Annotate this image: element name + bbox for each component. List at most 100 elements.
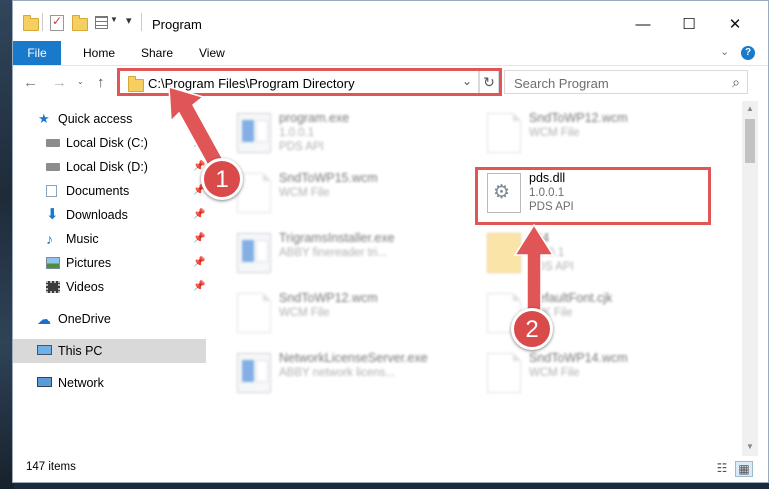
scroll-up-icon[interactable]: ▲ — [742, 104, 758, 113]
file-list: program.exe 1.0.0.1 PDS API SndToWP12.wc… — [207, 101, 742, 456]
view-list-icon[interactable] — [95, 16, 108, 29]
documents-icon — [46, 185, 57, 197]
toolbar-divider — [42, 13, 43, 31]
expand-ribbon-icon[interactable]: ⌄ — [720, 45, 729, 58]
sidebar-item-label: Local Disk (D:) — [66, 160, 148, 174]
close-button[interactable]: ✕ — [712, 11, 758, 39]
exe-icon — [237, 233, 271, 273]
file-type: WCM File — [529, 127, 580, 139]
drive-icon — [46, 163, 60, 171]
document-icon — [487, 113, 521, 153]
sidebar-item-music[interactable]: ♪ Music 📌 — [13, 227, 206, 251]
sidebar-item-label: Music — [66, 232, 99, 246]
file-item[interactable]: SndToWP12.wcm WCM File — [479, 109, 719, 161]
customize-toolbar-icon[interactable]: ▾ — [126, 14, 132, 27]
item-count: 147 items — [26, 461, 76, 473]
step-badge-1: 1 — [201, 158, 243, 200]
large-icons-view-icon[interactable]: ▦ — [735, 461, 753, 477]
exe-icon — [237, 353, 271, 393]
file-description: ABBY network licens... — [279, 367, 396, 379]
sidebar-item-label: Downloads — [66, 208, 128, 222]
file-item[interactable]: program.exe 1.0.0.1 PDS API — [229, 109, 469, 161]
new-folder-icon[interactable] — [72, 15, 88, 31]
pin-icon: 📌 — [193, 281, 206, 292]
sidebar-item-label: OneDrive — [58, 312, 111, 326]
sidebar-item-videos[interactable]: Videos 📌 — [13, 275, 206, 299]
help-icon[interactable]: ? — [741, 46, 755, 60]
file-name: SndToWP12.wcm — [529, 111, 628, 125]
file-type: WCM File — [279, 307, 330, 319]
forward-arrow-icon[interactable]: → — [52, 74, 67, 91]
scroll-down-icon[interactable]: ▼ — [742, 442, 758, 451]
sidebar-item-this-pc[interactable]: This PC — [13, 339, 206, 363]
file-name: SndToWP15.wcm — [279, 171, 378, 185]
recent-locations-chevron-icon[interactable]: ⌄ — [77, 77, 84, 86]
drive-icon — [46, 139, 60, 147]
search-box[interactable]: Search Program ⌕ — [504, 70, 748, 94]
videos-icon — [46, 281, 60, 293]
pin-icon: 📌 — [193, 209, 206, 220]
network-icon — [37, 377, 52, 387]
download-icon: ⬇ — [46, 206, 59, 223]
sidebar-item-label: Quick access — [58, 112, 133, 126]
tab-share[interactable]: Share — [141, 41, 173, 65]
file-item[interactable]: NetworkLicenseServer.exe ABBY network li… — [229, 349, 469, 401]
star-icon: ★ — [38, 111, 50, 126]
sidebar-item-downloads[interactable]: ⬇ Downloads 📌 — [13, 203, 206, 227]
folder-icon — [23, 15, 39, 31]
exe-icon — [237, 113, 271, 153]
tab-view[interactable]: View — [199, 41, 225, 65]
title-bar: ✓ ▼ ▾ Program — ☐ ✕ — [13, 1, 768, 41]
file-description: PDS API — [279, 141, 324, 153]
cloud-icon: ☁ — [37, 311, 51, 327]
file-name: TrigramsInstaller.exe — [279, 231, 395, 245]
music-icon: ♪ — [46, 231, 53, 247]
file-description: ABBY finereader tri... — [279, 247, 387, 259]
properties-icon[interactable]: ✓ — [50, 14, 64, 31]
pin-icon: 📌 — [193, 233, 206, 244]
title-divider — [141, 13, 142, 31]
status-bar: 147 items ☷ ▦ — [13, 456, 768, 482]
navigation-bar: ← → ⌄ ↑ C:\Program Files\Program Directo… — [13, 67, 768, 99]
sidebar-item-pictures[interactable]: Pictures 📌 — [13, 251, 206, 275]
pin-icon: 📌 — [193, 257, 206, 268]
file-version: 1.0.0.1 — [279, 127, 315, 139]
maximize-button[interactable]: ☐ — [666, 11, 712, 39]
minimize-button[interactable]: — — [620, 11, 666, 39]
sidebar-item-label: Network — [58, 376, 104, 390]
chevron-down-icon[interactable]: ▼ — [110, 15, 118, 24]
sidebar-item-label: Documents — [66, 184, 130, 198]
file-name: NetworkLicenseServer.exe — [279, 351, 428, 365]
sidebar-item-onedrive[interactable]: ☁ OneDrive — [13, 307, 206, 331]
up-arrow-icon[interactable]: ↑ — [97, 74, 105, 91]
file-type: WCM File — [279, 187, 330, 199]
step-badge-2: 2 — [511, 308, 553, 350]
ribbon-tabs: File Home Share View ⌄ ? — [13, 41, 768, 66]
file-item[interactable]: SndToWP14.wcm WCM File — [479, 349, 719, 401]
search-placeholder: Search Program — [514, 76, 609, 91]
scroll-thumb[interactable] — [745, 119, 755, 163]
file-name: program.exe — [279, 111, 350, 125]
sidebar-item-label: This PC — [58, 344, 103, 358]
sidebar-item-network[interactable]: Network — [13, 371, 206, 395]
pictures-icon — [46, 257, 60, 269]
file-type: WCM File — [529, 367, 580, 379]
sidebar-item-label: Pictures — [66, 256, 112, 270]
file-name: SndToWP12.wcm — [279, 291, 378, 305]
search-icon[interactable]: ⌕ — [732, 74, 740, 91]
file-item[interactable]: SndToWP12.wcm WCM File — [229, 289, 469, 341]
details-view-icon[interactable]: ☷ — [714, 461, 730, 475]
tab-home[interactable]: Home — [83, 41, 115, 65]
back-arrow-icon[interactable]: ← — [23, 74, 38, 91]
tab-file[interactable]: File — [13, 41, 61, 65]
file-explorer-window: ✓ ▼ ▾ Program — ☐ ✕ File Home Share View… — [12, 0, 769, 483]
file-item[interactable]: SndToWP15.wcm WCM File — [229, 169, 469, 221]
window-title: Program — [152, 17, 202, 32]
file-name: SndToWP14.wcm — [529, 351, 628, 365]
vertical-scrollbar[interactable]: ▲ ▼ — [742, 101, 758, 456]
pds-dll-highlight-box — [475, 167, 711, 225]
file-item[interactable]: TrigramsInstaller.exe ABBY finereader tr… — [229, 229, 469, 281]
sidebar-item-label: Videos — [66, 280, 104, 294]
document-icon — [487, 353, 521, 393]
sidebar-item-label: Local Disk (C:) — [66, 136, 148, 150]
